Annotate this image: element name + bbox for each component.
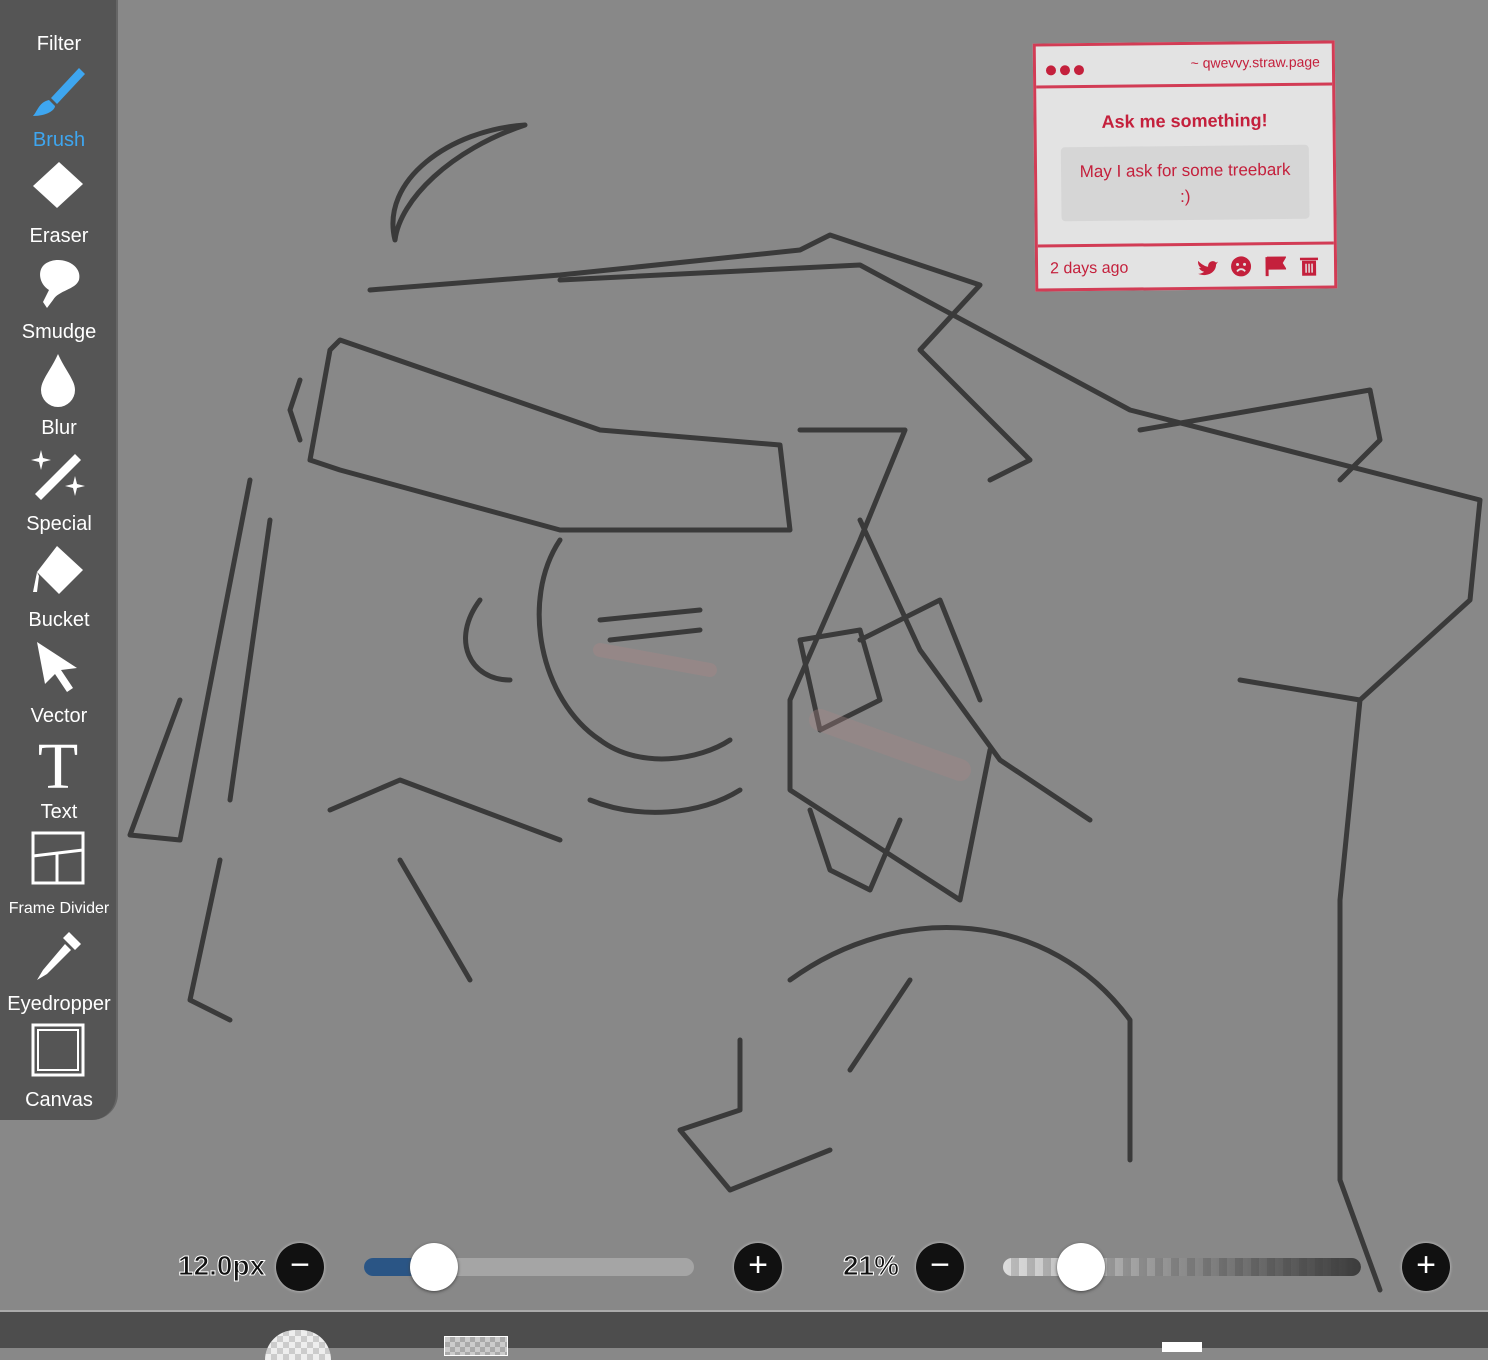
tool-label: Smudge	[21, 321, 97, 343]
window-dots-icon	[1045, 62, 1088, 80]
tool-sidebar: Filter Brush Eraser Smudge Blur Special …	[0, 0, 118, 1120]
tool-vector[interactable]: Vector	[0, 632, 118, 728]
canvas-icon	[31, 1023, 85, 1077]
layer-thumbnail-button[interactable]	[444, 1336, 508, 1356]
bucket-icon	[33, 546, 83, 594]
card-title: Ask me something!	[1101, 110, 1268, 132]
brush-size-plus-button[interactable]: +	[734, 1243, 782, 1291]
smudge-icon	[40, 259, 80, 308]
tool-brush[interactable]: Brush	[0, 56, 118, 152]
tool-smudge[interactable]: Smudge	[0, 248, 118, 344]
card-header: ~ qwevvy.straw.page	[1035, 43, 1333, 89]
tool-label: Special	[26, 513, 92, 535]
tool-label: Brush	[32, 129, 86, 151]
tool-label: Eraser	[29, 225, 89, 247]
tool-frame-divider[interactable]: Frame Divider	[0, 824, 118, 920]
opacity-value: 21%	[842, 1250, 900, 1282]
tool-text[interactable]: T Text	[0, 728, 118, 824]
tool-label: Filter	[36, 33, 82, 55]
question-text: May I ask for some treebark	[1079, 159, 1291, 182]
card-url: ~ qwevvy.straw.page	[1190, 53, 1320, 71]
tool-blur[interactable]: Blur	[0, 344, 118, 440]
tool-bucket[interactable]: Bucket	[0, 536, 118, 632]
question-text-2: :)	[1180, 186, 1191, 207]
card-footer: 2 days ago	[1037, 241, 1335, 289]
eyedropper-icon	[37, 932, 81, 980]
trash-icon	[1298, 255, 1320, 277]
angry-face-icon	[1230, 255, 1252, 277]
svg-text:T: T	[38, 734, 78, 792]
tool-filter[interactable]: Filter	[0, 0, 118, 56]
tool-special[interactable]: Special	[0, 440, 118, 536]
bottom-toolbar-icon[interactable]	[1162, 1342, 1202, 1352]
twitter-icon	[1196, 256, 1219, 278]
ask-card-overlay: ~ qwevvy.straw.page Ask me something! Ma…	[1032, 40, 1338, 292]
bottom-toolbar	[0, 1310, 1488, 1360]
tool-label: Text	[40, 801, 78, 823]
blur-drop-icon	[41, 354, 75, 407]
frame-divider-icon	[31, 831, 85, 885]
opacity-plus-button[interactable]: +	[1402, 1243, 1450, 1291]
brush-size-slider-thumb[interactable]	[410, 1243, 458, 1291]
flag-icon	[1264, 255, 1287, 277]
tool-canvas[interactable]: Canvas	[0, 1016, 118, 1112]
tool-label: Canvas	[25, 1089, 93, 1111]
tool-eraser[interactable]: Eraser	[0, 152, 118, 248]
brush-size-value: 12.0px	[177, 1250, 266, 1282]
tool-label: Blur	[41, 417, 77, 439]
timestamp: 2 days ago	[1049, 259, 1129, 278]
question-box: May I ask for some treebark :)	[1060, 144, 1310, 222]
opacity-slider-thumb[interactable]	[1057, 1243, 1105, 1291]
opacity-minus-button[interactable]: −	[916, 1243, 964, 1291]
tool-label: Frame Divider	[8, 900, 110, 917]
tool-eyedropper[interactable]: Eyedropper	[0, 920, 118, 1016]
brush-icon	[33, 68, 85, 116]
eraser-icon	[33, 162, 83, 208]
color-swatch-button[interactable]	[265, 1330, 331, 1360]
brush-size-minus-button[interactable]: −	[276, 1243, 324, 1291]
filter-icon	[29, 0, 87, 18]
magic-wand-icon	[31, 450, 85, 500]
text-t-icon: T	[38, 734, 78, 792]
cursor-arrow-icon	[37, 642, 77, 692]
tool-label: Bucket	[28, 609, 90, 631]
tool-label: Eyedropper	[7, 993, 111, 1015]
tool-label: Vector	[30, 705, 88, 727]
